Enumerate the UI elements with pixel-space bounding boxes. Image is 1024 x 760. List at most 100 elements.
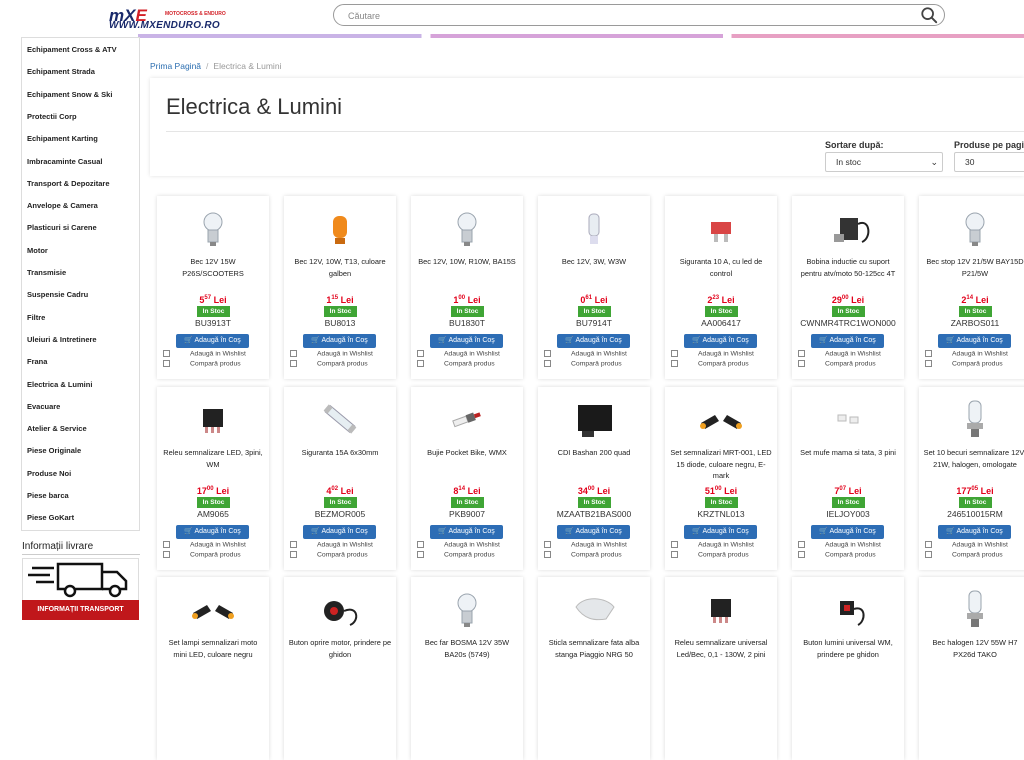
add-to-cart-button[interactable]: 🛒 Adaugă în Coş: [684, 525, 757, 539]
add-to-cart-button[interactable]: 🛒 Adaugă în Coş: [684, 334, 757, 348]
add-to-cart-button[interactable]: 🛒 Adaugă în Coş: [430, 525, 503, 539]
product-card[interactable]: Set lampi semnalizari moto mini LED, cul…: [157, 577, 269, 760]
bulb-icon[interactable]: [433, 585, 501, 633]
turn-signal-icon[interactable]: [179, 585, 247, 633]
sidebar-item[interactable]: Motor: [27, 246, 48, 255]
checkbox-icon[interactable]: [544, 360, 551, 367]
product-card[interactable]: Siguranta 15A 6x30mm 402 Lei In Stoc BEZMOR…: [284, 387, 396, 570]
turn-signal-icon[interactable]: [687, 395, 755, 443]
product-name[interactable]: Bec far BOSMA 12V 35W BA20s (5749): [415, 637, 519, 673]
halogen-bulb-icon[interactable]: [941, 585, 1009, 633]
checkbox-icon[interactable]: [290, 360, 297, 367]
sidebar-item[interactable]: Plasticuri si Carene: [27, 223, 97, 232]
site-logo[interactable]: mXE MOTOCROSS & ENDURO WWW.MXENDURO.RO: [107, 6, 227, 32]
relay-icon[interactable]: [687, 585, 755, 633]
product-name[interactable]: Sticla semnalizare fata alba stanga Piag…: [542, 637, 646, 673]
compare-product[interactable]: Compară produs: [544, 360, 648, 367]
checkbox-icon[interactable]: [290, 541, 297, 548]
product-card[interactable]: Bujie Pocket Bike, WMX 814 Lei In Stoc PKB9…: [411, 387, 523, 570]
product-card[interactable]: Releu semnalizare universal Led/Bec, 0,1…: [665, 577, 777, 760]
sidebar-item[interactable]: Echipament Snow & Ski: [27, 90, 112, 99]
search-input[interactable]: [346, 8, 910, 24]
compare-product[interactable]: Compară produs: [798, 360, 902, 367]
product-name[interactable]: Bujie Pocket Bike, WMX: [415, 447, 519, 483]
compare-product[interactable]: Compară produs: [163, 360, 267, 367]
product-name[interactable]: Set 10 becuri semnalizare 12V-21W, halog…: [923, 447, 1024, 483]
checkbox-icon[interactable]: [290, 551, 297, 558]
sidebar-item[interactable]: Atelier & Service: [27, 424, 87, 433]
compare-product[interactable]: Compară produs: [163, 551, 267, 558]
product-card[interactable]: Bec 12V 15W P26S/SCOOTERS 557 Lei In Stoc B…: [157, 196, 269, 379]
checkbox-icon[interactable]: [417, 551, 424, 558]
add-to-cart-button[interactable]: 🛒 Adaugă în Coş: [811, 334, 884, 348]
add-to-wishlist[interactable]: Adaugă in Wishlist: [544, 350, 648, 357]
add-to-wishlist[interactable]: Adaugă in Wishlist: [925, 541, 1024, 548]
checkbox-icon[interactable]: [163, 551, 170, 558]
product-card[interactable]: Bec 12V, 10W, T13, culoare galben 115 Lei…: [284, 196, 396, 379]
sidebar-item[interactable]: Filtre: [27, 313, 45, 322]
compare-product[interactable]: Compară produs: [671, 360, 775, 367]
compare-product[interactable]: Compară produs: [417, 360, 521, 367]
sidebar-item[interactable]: Frana: [27, 357, 47, 366]
product-card[interactable]: Releu semnalizare LED, 3pini, WM 1700 Lei…: [157, 387, 269, 570]
sidebar-item[interactable]: Anvelope & Camera: [27, 201, 98, 210]
checkbox-icon[interactable]: [290, 350, 297, 357]
checkbox-icon[interactable]: [925, 551, 932, 558]
checkbox-icon[interactable]: [544, 541, 551, 548]
sidebar-item[interactable]: Transmisie: [27, 268, 66, 277]
product-card[interactable]: Buton oprire motor, prindere pe ghidon: [284, 577, 396, 760]
compare-product[interactable]: Compară produs: [925, 360, 1024, 367]
add-to-cart-button[interactable]: 🛒 Adaugă în Coş: [938, 334, 1011, 348]
product-name[interactable]: Set semnalizari MRT-001, LED 15 diode, c…: [669, 447, 773, 483]
sidebar-item[interactable]: Suspensie Cadru: [27, 290, 88, 299]
coil-icon[interactable]: [814, 204, 882, 252]
product-name[interactable]: Set mufe mama si tata, 3 pini: [796, 447, 900, 483]
product-card[interactable]: Bec 12V, 10W, R10W, BA15S 100 Lei In Stoc B…: [411, 196, 523, 379]
add-to-cart-button[interactable]: 🛒 Adaugă în Coş: [303, 334, 376, 348]
add-to-cart-button[interactable]: 🛒 Adaugă în Coş: [176, 525, 249, 539]
product-card[interactable]: Set 10 becuri semnalizare 12V-21W, halog…: [919, 387, 1024, 570]
amber-bulb-icon[interactable]: [306, 204, 374, 252]
checkbox-icon[interactable]: [798, 360, 805, 367]
sort-select[interactable]: In stoc ⌄: [825, 152, 943, 172]
lens-icon[interactable]: [560, 585, 628, 633]
sidebar-item[interactable]: Echipament Karting: [27, 134, 98, 143]
add-to-cart-button[interactable]: 🛒 Adaugă în Coş: [430, 334, 503, 348]
add-to-wishlist[interactable]: Adaugă in Wishlist: [798, 350, 902, 357]
bulb-icon[interactable]: [941, 204, 1009, 252]
product-name[interactable]: Bec 12V, 3W, W3W: [542, 256, 646, 292]
checkbox-icon[interactable]: [671, 551, 678, 558]
sidebar-item[interactable]: Evacuare: [27, 402, 60, 411]
product-card[interactable]: Sticla semnalizare fata alba stanga Piag…: [538, 577, 650, 760]
fuse-icon[interactable]: [687, 204, 755, 252]
product-card[interactable]: Set semnalizari MRT-001, LED 15 diode, c…: [665, 387, 777, 570]
product-name[interactable]: CDI Bashan 200 quad: [542, 447, 646, 483]
product-name[interactable]: Buton lumini universal WM, prindere pe g…: [796, 637, 900, 673]
product-name[interactable]: Bec 12V, 10W, R10W, BA15S: [415, 256, 519, 292]
product-name[interactable]: Bec halogen 12V 55W H7 PX26d TAKO: [923, 637, 1024, 673]
add-to-wishlist[interactable]: Adaugă in Wishlist: [290, 350, 394, 357]
checkbox-icon[interactable]: [163, 541, 170, 548]
checkbox-icon[interactable]: [417, 541, 424, 548]
add-to-wishlist[interactable]: Adaugă in Wishlist: [798, 541, 902, 548]
product-name[interactable]: Siguranta 15A 6x30mm: [288, 447, 392, 483]
compare-product[interactable]: Compară produs: [798, 551, 902, 558]
sidebar-item[interactable]: Echipament Cross & ATV: [27, 45, 117, 54]
spark-plug-icon[interactable]: [433, 395, 501, 443]
checkbox-icon[interactable]: [798, 541, 805, 548]
breadcrumb-home[interactable]: Prima Pagină: [150, 61, 201, 71]
product-name[interactable]: Buton oprire motor, prindere pe ghidon: [288, 637, 392, 673]
search-icon[interactable]: [920, 6, 938, 24]
checkbox-icon[interactable]: [925, 360, 932, 367]
checkbox-icon[interactable]: [163, 360, 170, 367]
checkbox-icon[interactable]: [417, 360, 424, 367]
product-name[interactable]: Set lampi semnalizari moto mini LED, cul…: [161, 637, 265, 673]
add-to-cart-button[interactable]: 🛒 Adaugă în Coş: [938, 525, 1011, 539]
bulb-icon[interactable]: [179, 204, 247, 252]
checkbox-icon[interactable]: [671, 541, 678, 548]
checkbox-icon[interactable]: [417, 350, 424, 357]
checkbox-icon[interactable]: [544, 551, 551, 558]
checkbox-icon[interactable]: [925, 541, 932, 548]
checkbox-icon[interactable]: [163, 350, 170, 357]
compare-product[interactable]: Compară produs: [290, 360, 394, 367]
